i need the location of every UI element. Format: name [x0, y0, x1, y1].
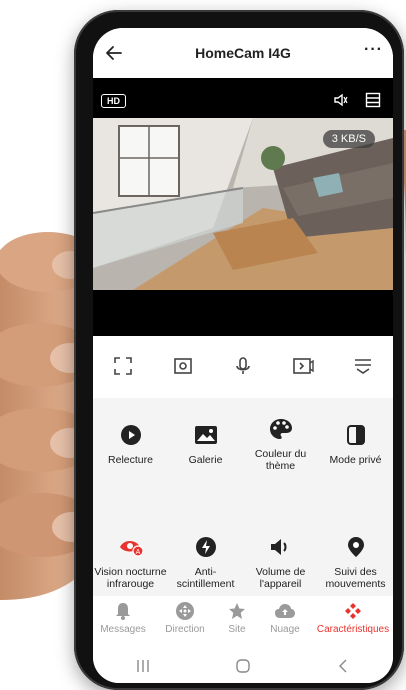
- nav-item-cloud[interactable]: Nuage: [265, 600, 305, 635]
- feature-label: Relecture: [108, 454, 153, 466]
- feature-replay[interactable]: Relecture: [93, 422, 168, 466]
- nav-label: Caractéristiques: [316, 624, 390, 635]
- nav-item-messages[interactable]: Messages: [99, 600, 147, 635]
- menu-list-icon[interactable]: [365, 92, 381, 108]
- speaker-mute-icon[interactable]: [333, 92, 349, 108]
- night-vision-icon: A: [119, 541, 144, 557]
- nav-label: Direction: [165, 624, 205, 635]
- record-video-icon: [293, 358, 314, 374]
- feature-device-volume[interactable]: Volume de l'appareil: [243, 534, 318, 590]
- feature-label: Volume de l'appareil: [255, 566, 306, 590]
- feature-label: Suivi des mouvements: [325, 566, 386, 590]
- location-icon: [347, 537, 364, 557]
- recent-apps-icon[interactable]: [135, 659, 151, 673]
- feature-gallery[interactable]: Galerie: [168, 422, 243, 466]
- feature-theme-color[interactable]: Couleur du thème: [243, 416, 318, 472]
- feature-anti-flicker[interactable]: Anti-scintillement: [168, 534, 243, 590]
- star-icon: [229, 603, 245, 619]
- video-player[interactable]: HD 3 KB/S: [93, 78, 393, 336]
- bitrate-badge: 3 KB/S: [322, 130, 375, 148]
- palette-icon: [269, 419, 292, 439]
- hd-toggle-button[interactable]: HD: [101, 94, 126, 108]
- fullscreen-icon: [114, 357, 132, 375]
- bell-icon: [116, 603, 130, 620]
- bottom-navigation: Messages Direction Site Nuage Caractéris…: [93, 596, 393, 648]
- expand-menu-button[interactable]: [350, 353, 376, 379]
- home-icon[interactable]: [235, 658, 251, 673]
- page-title: HomeCam I4G: [195, 45, 291, 61]
- screenshot-button[interactable]: [170, 353, 196, 379]
- svg-text:A: A: [135, 549, 140, 556]
- app-header: HomeCam I4G ···: [93, 28, 393, 78]
- nav-label: Nuage: [270, 624, 300, 635]
- feature-motion-tracking[interactable]: Suivi des mouvements: [318, 534, 393, 590]
- microphone-button[interactable]: [230, 353, 256, 379]
- microphone-icon: [236, 357, 250, 374]
- nav-item-site[interactable]: Site: [221, 600, 253, 635]
- speaker-icon: [270, 539, 286, 555]
- more-options-button[interactable]: ···: [364, 41, 383, 59]
- image-icon: [194, 426, 217, 444]
- feature-label: Mode privé: [329, 454, 382, 466]
- dpad-icon: [176, 602, 194, 620]
- play-icon: [120, 425, 141, 445]
- nav-label: Messages: [100, 624, 146, 635]
- control-bar: [93, 336, 393, 396]
- expand-menu-icon: [355, 359, 371, 374]
- system-back-icon[interactable]: [335, 659, 351, 673]
- fullscreen-button[interactable]: [110, 353, 136, 379]
- app-screen: HomeCam I4G ··· HD 3 KB/S Relecture Gale…: [93, 28, 393, 683]
- nav-item-direction[interactable]: Direction: [159, 600, 211, 635]
- system-navigation-bar: [93, 648, 393, 683]
- nav-item-features[interactable]: Caractéristiques: [315, 600, 391, 635]
- features-icon: [345, 603, 361, 619]
- feature-label: Couleur du thème: [254, 448, 307, 472]
- feature-privacy-mode[interactable]: Mode privé: [318, 422, 393, 466]
- feature-label: Galerie: [188, 454, 223, 466]
- screenshot-icon: [174, 358, 192, 374]
- privacy-icon: [346, 425, 365, 445]
- flash-icon: [195, 537, 216, 557]
- feature-label: Vision nocturne infrarouge: [94, 566, 167, 590]
- feature-night-vision[interactable]: A Vision nocturne infrarouge: [93, 534, 168, 590]
- feature-grid: Relecture Galerie Couleur du thème Mode …: [93, 398, 393, 596]
- feature-label: Anti-scintillement: [176, 566, 235, 590]
- nav-label: Site: [228, 624, 246, 635]
- cloud-icon: [275, 604, 295, 618]
- record-button[interactable]: [290, 353, 316, 379]
